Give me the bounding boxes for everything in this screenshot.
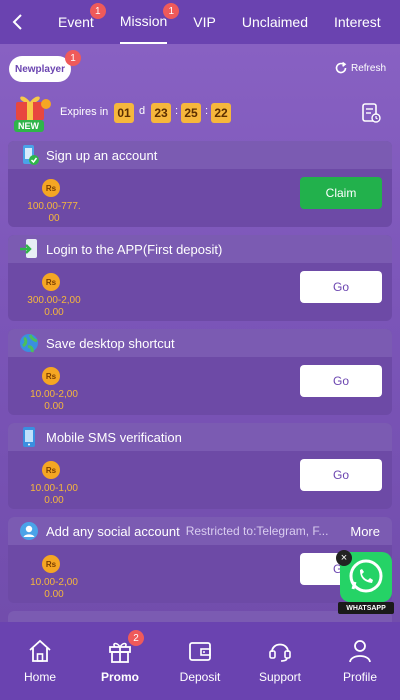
wallet-icon xyxy=(189,642,211,661)
countdown-minutes: 25 xyxy=(181,103,201,123)
sub-header: Newplayer 1 Refresh xyxy=(0,50,400,86)
newplayer-chip[interactable]: Newplayer 1 xyxy=(9,50,81,82)
nav-promo[interactable]: Promo 2 xyxy=(80,622,160,700)
tab-event[interactable]: Event 1 xyxy=(58,0,106,44)
go-button[interactable]: Go xyxy=(300,459,382,491)
go-button[interactable]: Go xyxy=(300,271,382,303)
task-reward-amount: 10.00-2,00 0.00 xyxy=(30,389,78,412)
close-icon[interactable]: × xyxy=(336,550,352,566)
task-reward-amount: 100.00-777. 00 xyxy=(27,201,81,224)
nav-profile[interactable]: Profile xyxy=(320,622,400,700)
rupee-coin-icon: Rs xyxy=(42,273,60,291)
countdown-hours: 23 xyxy=(151,103,171,123)
gift-box-icon: NEW xyxy=(8,92,54,134)
task-title: Add any social account xyxy=(46,523,180,539)
top-nav: Event 1 Mission 1 VIP Unclaimed Interest xyxy=(0,0,400,44)
nav-label: Profile xyxy=(342,670,377,684)
more-link[interactable]: More xyxy=(350,524,380,539)
tab-vip[interactable]: VIP xyxy=(193,0,216,44)
claim-button[interactable]: Claim xyxy=(300,177,382,209)
nav-support[interactable]: Support xyxy=(240,622,320,700)
tab-label: Unclaimed xyxy=(241,14,308,30)
task-header: Save desktop shortcut xyxy=(8,329,392,357)
tab-label: Interest xyxy=(334,14,381,30)
whatsapp-label: WHATSAPP xyxy=(338,602,394,614)
task-header: Mobile SMS verification xyxy=(8,423,392,451)
task-reward-amount: 10.00-2,00 0.00 xyxy=(30,577,78,600)
task-card: Mobile SMS verification Rs 10.00-1,00 0.… xyxy=(8,423,392,509)
nav-label: Home xyxy=(23,670,56,684)
refresh-icon xyxy=(335,61,347,74)
expires-label: Expires in xyxy=(60,106,109,118)
tab-unclaimed[interactable]: Unclaimed xyxy=(242,0,308,44)
expires-row: NEW Expires in 01 d 23 : 25 : 22 xyxy=(0,92,400,136)
rupee-coin-icon: Rs xyxy=(42,555,60,573)
headset-icon xyxy=(269,643,291,662)
phone-check-icon xyxy=(23,145,39,165)
tab-interest[interactable]: Interest xyxy=(334,0,381,44)
task-reward-amount: 10.00-1,00 0.00 xyxy=(30,483,78,506)
task-title: Mobile SMS verification xyxy=(46,429,182,445)
mobile-sms-icon xyxy=(23,427,35,447)
tab-badge: 1 xyxy=(89,3,106,19)
nav-label: Deposit xyxy=(179,670,221,684)
rupee-coin-icon: Rs xyxy=(42,461,60,479)
nav-label: Support xyxy=(258,670,302,684)
task-reward-amount: 300.00-2,00 0.00 xyxy=(27,295,81,318)
bottom-nav: Home Promo 2 Deposit Support Profile xyxy=(0,622,400,700)
tab-label: Event xyxy=(58,14,94,30)
nav-label: Promo xyxy=(100,670,139,684)
time-separator: : xyxy=(175,105,179,117)
whatsapp-button[interactable]: × WHATSAPP xyxy=(334,548,398,618)
task-restriction: Restricted to:Telegram, F... xyxy=(185,524,329,538)
tab-badge: 1 xyxy=(163,3,180,19)
home-icon xyxy=(29,639,51,662)
new-badge: NEW xyxy=(18,121,39,131)
task-card: Sign up an account Rs 100.00-777. 00 Cla… xyxy=(8,141,392,227)
tab-label: VIP xyxy=(193,14,216,30)
time-separator: : xyxy=(205,105,209,117)
login-app-icon xyxy=(20,239,37,258)
rupee-coin-icon: Rs xyxy=(42,367,60,385)
globe-icon xyxy=(20,334,38,353)
task-title: Save desktop shortcut xyxy=(46,335,175,351)
chip-badge: 1 xyxy=(65,50,81,66)
countdown-days: 01 xyxy=(114,103,134,123)
countdown-seconds: 22 xyxy=(211,103,231,123)
nav-deposit[interactable]: Deposit xyxy=(160,622,240,700)
rupee-coin-icon: Rs xyxy=(42,179,60,197)
task-title: Sign up an account xyxy=(46,147,158,163)
back-arrow-icon[interactable] xyxy=(2,0,32,44)
tab-mission[interactable]: Mission 1 xyxy=(119,0,180,44)
user-icon xyxy=(349,640,371,663)
task-title: Login to the APP(First deposit) xyxy=(46,241,223,257)
go-button[interactable]: Go xyxy=(300,365,382,397)
refresh-button[interactable]: Refresh xyxy=(334,61,386,75)
tab-label: Mission xyxy=(119,13,168,29)
task-header: Login to the APP(First deposit) xyxy=(8,235,392,263)
task-card: Login to the APP(First deposit) Rs 300.0… xyxy=(8,235,392,321)
task-header: Add any social account Restricted to:Tel… xyxy=(8,517,392,545)
nav-badge: 2 xyxy=(128,630,144,646)
social-account-icon xyxy=(20,522,38,540)
task-header: Sign up an account xyxy=(8,141,392,169)
nav-home[interactable]: Home xyxy=(0,622,80,700)
chip-label: Newplayer xyxy=(14,63,66,75)
refresh-label: Refresh xyxy=(350,62,386,74)
record-list-icon[interactable] xyxy=(360,102,382,129)
day-unit: d xyxy=(139,105,146,117)
task-card: Save desktop shortcut Rs 10.00-2,00 0.00… xyxy=(8,329,392,415)
